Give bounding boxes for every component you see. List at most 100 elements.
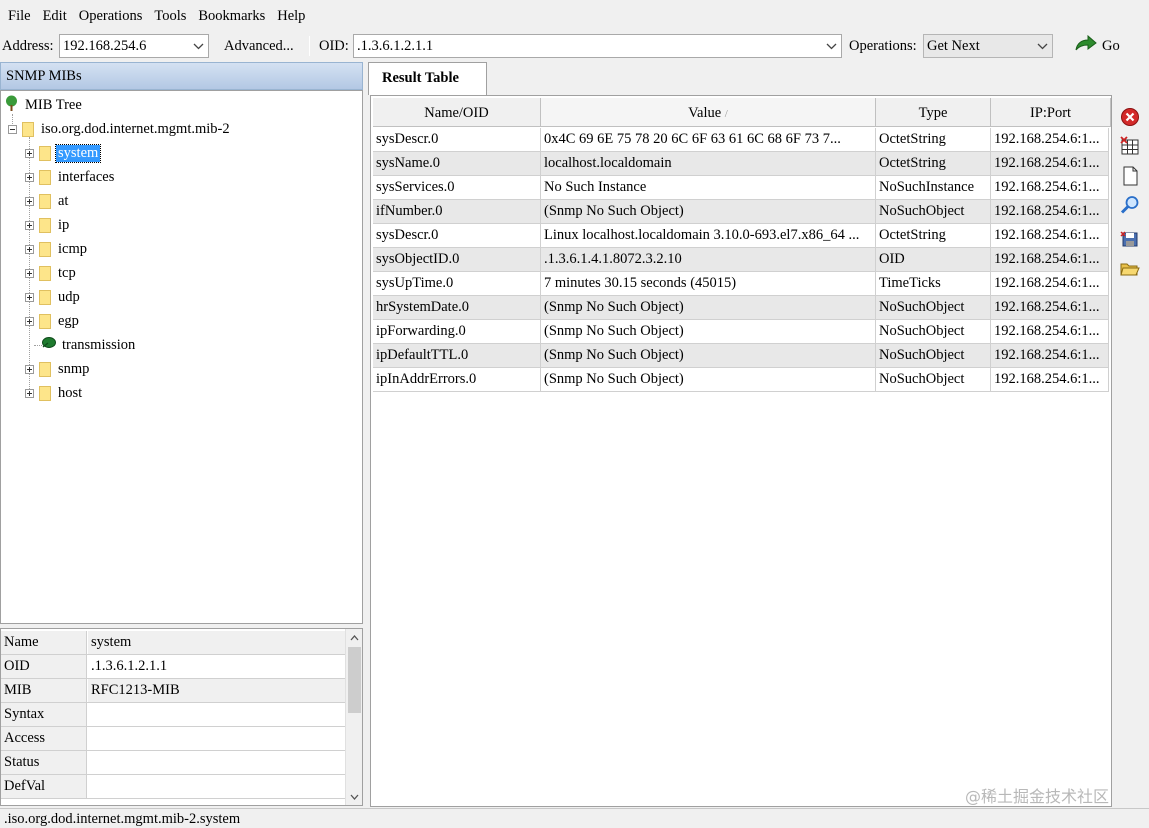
new-document-icon[interactable] xyxy=(1119,165,1141,187)
column-header-value[interactable]: Value / xyxy=(541,98,876,127)
delete-table-icon[interactable] xyxy=(1119,135,1141,157)
search-icon[interactable] xyxy=(1119,194,1141,216)
menu-file[interactable]: File xyxy=(2,4,37,28)
tree-item-label: ip xyxy=(58,216,70,233)
folder-icon xyxy=(39,313,51,329)
go-label: Go xyxy=(1102,37,1120,54)
expand-icon[interactable] xyxy=(25,268,34,278)
prop-row-syntax: Syntax xyxy=(1,703,346,727)
snmp-mibs-title: SNMP MIBs xyxy=(6,68,82,84)
tree-item-label: tcp xyxy=(58,264,76,281)
tree-root[interactable]: MIB Tree xyxy=(4,94,84,116)
folder-icon xyxy=(39,289,51,305)
tree-item-snmp[interactable]: snmp xyxy=(25,358,91,380)
cell-name: hrSystemDate.0 xyxy=(373,296,541,320)
properties-scrollbar[interactable] xyxy=(345,629,362,805)
tree-item-interfaces[interactable]: interfaces xyxy=(25,166,116,188)
side-toolbar xyxy=(1113,95,1149,807)
cell-type: OctetString xyxy=(876,128,991,152)
expand-icon[interactable] xyxy=(25,364,34,374)
expand-icon[interactable] xyxy=(25,292,34,302)
folder-icon xyxy=(39,265,51,281)
open-folder-icon[interactable] xyxy=(1119,258,1141,280)
tree-item-udp[interactable]: udp xyxy=(25,286,82,308)
go-button[interactable]: Go xyxy=(1074,34,1130,58)
prop-key: MIB xyxy=(1,679,87,702)
menu-help[interactable]: Help xyxy=(271,4,311,28)
tree-branch-mib-2[interactable]: iso.org.dod.internet.mgmt.mib-2 xyxy=(8,118,232,140)
address-combo[interactable]: 192.168.254.6 xyxy=(59,34,209,58)
cell-type: NoSuchObject xyxy=(876,320,991,344)
menu-edit[interactable]: Edit xyxy=(37,4,73,28)
cell-type: OID xyxy=(876,248,991,272)
expand-icon[interactable] xyxy=(25,196,34,206)
cell-ip-port: 192.168.254.6:1... xyxy=(991,272,1109,296)
menu-operations[interactable]: Operations xyxy=(73,4,149,28)
tree-item-icmp[interactable]: icmp xyxy=(25,238,89,260)
tree-item-tcp[interactable]: tcp xyxy=(25,262,78,284)
prop-value xyxy=(88,751,346,774)
cell-value: (Snmp No Such Object) xyxy=(541,344,876,368)
tree-item-system[interactable]: system xyxy=(25,142,102,164)
mib-tree[interactable]: MIB Tree iso.org.dod.internet.mgmt.mib-2… xyxy=(0,90,363,624)
column-header-name-oid[interactable]: Name/OID xyxy=(373,98,541,127)
tree-item-at[interactable]: at xyxy=(25,190,70,212)
menu-tools[interactable]: Tools xyxy=(148,4,192,28)
chevron-down-icon[interactable] xyxy=(1034,37,1050,55)
prop-value xyxy=(88,775,346,798)
cell-ip-port: 192.168.254.6:1... xyxy=(991,248,1109,272)
prop-key: Syntax xyxy=(1,703,87,726)
tree-item-label: transmission xyxy=(62,336,136,353)
chevron-down-icon[interactable] xyxy=(190,37,206,55)
tree-item-egp[interactable]: egp xyxy=(25,310,81,332)
expand-icon[interactable] xyxy=(25,220,34,230)
prop-value xyxy=(88,727,346,750)
scrollbar-thumb[interactable] xyxy=(348,647,361,713)
folder-icon xyxy=(22,121,34,137)
collapse-icon[interactable] xyxy=(8,124,17,134)
tree-item-label: udp xyxy=(58,288,80,305)
cell-ip-port: 192.168.254.6:1... xyxy=(991,224,1109,248)
oid-combo[interactable]: .1.3.6.1.2.1.1 xyxy=(353,34,842,58)
cell-name: sysServices.0 xyxy=(373,176,541,200)
cell-name: ipForwarding.0 xyxy=(373,320,541,344)
save-icon[interactable] xyxy=(1119,228,1141,250)
advanced-button[interactable]: Advanced... xyxy=(224,38,294,55)
cell-type: TimeTicks xyxy=(876,272,991,296)
column-header-ip-port[interactable]: IP:Port xyxy=(991,98,1111,127)
menu-bookmarks[interactable]: Bookmarks xyxy=(192,4,271,28)
tree-item-label: icmp xyxy=(58,240,87,257)
operations-select[interactable]: Get Next xyxy=(923,34,1053,58)
snmp-mibs-header: SNMP MIBs xyxy=(0,62,363,90)
cell-value: (Snmp No Such Object) xyxy=(541,200,876,224)
folder-icon xyxy=(39,193,51,209)
cell-name: ipDefaultTTL.0 xyxy=(373,344,541,368)
cell-ip-port: 192.168.254.6:1... xyxy=(991,320,1109,344)
cell-type: NoSuchObject xyxy=(876,344,991,368)
cell-value: (Snmp No Such Object) xyxy=(541,368,876,392)
mib-properties-grid[interactable]: Name system OID .1.3.6.1.2.1.1 MIB RFC12… xyxy=(0,628,363,806)
cell-type: NoSuchObject xyxy=(876,200,991,224)
tree-item-transmission[interactable]: transmission xyxy=(41,334,137,356)
go-arrow-icon xyxy=(1074,34,1098,58)
expand-icon[interactable] xyxy=(25,388,34,398)
chevron-down-icon[interactable] xyxy=(823,37,839,55)
tree-item-host[interactable]: host xyxy=(25,382,84,404)
column-header-type[interactable]: Type xyxy=(876,98,991,127)
cell-value: 7 minutes 30.15 seconds (45015) xyxy=(541,272,876,296)
folder-icon xyxy=(39,361,51,377)
expand-icon[interactable] xyxy=(25,316,34,326)
scroll-down-icon[interactable] xyxy=(346,788,362,805)
prop-key: DefVal xyxy=(1,775,87,798)
tree-item-ip[interactable]: ip xyxy=(25,214,71,236)
delete-icon[interactable] xyxy=(1119,106,1141,128)
watermark: @稀土掘金技术社区 xyxy=(965,787,1110,806)
scroll-up-icon[interactable] xyxy=(346,629,362,646)
expand-icon[interactable] xyxy=(25,244,34,254)
tab-result-table[interactable]: Result Table xyxy=(368,62,487,95)
expand-icon[interactable] xyxy=(25,172,34,182)
expand-icon[interactable] xyxy=(25,148,34,158)
column-header-value-label: Value xyxy=(688,105,722,121)
result-table[interactable]: Name/OID Value / Type IP:Port sysDescr.0… xyxy=(370,95,1112,807)
toolbar: Address: 192.168.254.6 Advanced... OID: … xyxy=(0,32,1149,60)
